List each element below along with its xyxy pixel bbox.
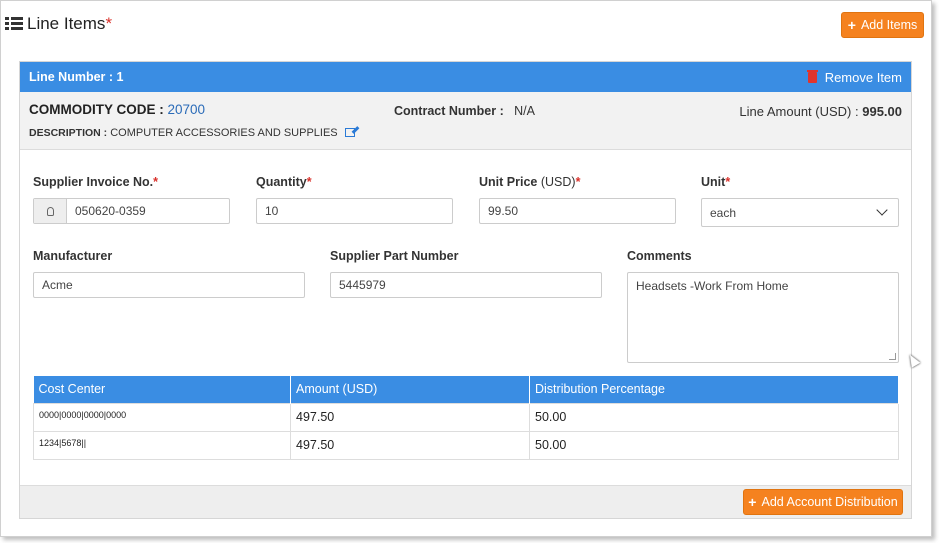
- description: DESCRIPTION : COMPUTER ACCESSORIES AND S…: [29, 127, 355, 139]
- chevron-down-icon: [876, 204, 888, 216]
- contract-number-label: Contract Number :: [394, 104, 504, 118]
- supplier-part-value: 5445979: [339, 278, 386, 292]
- unit-price-label: Unit Price (USD)*: [479, 175, 581, 189]
- add-account-distribution-label: Add Account Distribution: [761, 495, 898, 509]
- column-header-amount[interactable]: Amount (USD): [290, 376, 530, 403]
- quantity-label: Quantity*: [256, 175, 312, 189]
- commodity-code-label: COMMODITY CODE :: [29, 102, 164, 117]
- line-amount-value: 995.00: [862, 104, 902, 119]
- line-amount: Line Amount (USD) : 995.00: [739, 104, 902, 119]
- table-row[interactable]: 0000|0000|0000|0000 497.50 50.00: [33, 402, 899, 432]
- add-account-distribution-button[interactable]: + Add Account Distribution: [743, 489, 903, 515]
- contract-number-value: N/A: [514, 104, 535, 118]
- supplier-invoice-value: 050620-0359: [75, 204, 146, 218]
- required-mark: *: [105, 14, 113, 33]
- cost-center-cell: 0000|0000|0000|0000: [33, 402, 291, 432]
- description-label: DESCRIPTION :: [29, 127, 108, 139]
- percentage-cell: 50.00: [529, 402, 899, 432]
- line-amount-label: Line Amount (USD) :: [739, 104, 859, 119]
- amount-cell: 497.50: [290, 402, 530, 432]
- resize-grip-icon[interactable]: [889, 353, 896, 360]
- amount-cell: 497.50: [290, 430, 530, 460]
- line-item-header: Line Number : 1 Remove Item: [20, 62, 911, 92]
- lightbulb-icon[interactable]: [34, 199, 67, 223]
- supplier-invoice-label: Supplier Invoice No.*: [33, 175, 159, 189]
- section-title: Line Items: [27, 14, 106, 33]
- add-items-label: Add Items: [860, 18, 918, 32]
- comments-textarea[interactable]: Headsets -Work From Home: [627, 272, 899, 363]
- line-number-label: Line Number : 1: [29, 70, 124, 84]
- supplier-part-field[interactable]: 5445979: [330, 272, 602, 298]
- unit-label: Unit*: [701, 175, 731, 189]
- line-item-footer: + Add Account Distribution: [20, 485, 911, 518]
- quantity-field[interactable]: 10: [256, 198, 453, 224]
- remove-item-label: Remove Item: [824, 69, 902, 85]
- description-value: COMPUTER ACCESSORIES AND SUPPLIES: [110, 127, 338, 139]
- line-item-panel: Line Number : 1 Remove Item COMMODITY CO…: [19, 61, 912, 519]
- commodity-code-link[interactable]: 20700: [168, 102, 206, 117]
- manufacturer-field[interactable]: Acme: [33, 272, 305, 298]
- distribution-table: Cost Center Amount (USD) Distribution Pe…: [33, 376, 899, 460]
- unit-select[interactable]: each: [701, 198, 899, 227]
- unit-value: each: [710, 205, 737, 220]
- list-icon: [5, 17, 23, 31]
- plus-icon: +: [748, 494, 757, 510]
- edit-icon[interactable]: [344, 128, 355, 137]
- manufacturer-value: Acme: [42, 278, 73, 292]
- plus-icon: +: [847, 17, 856, 33]
- column-header-cost-center[interactable]: Cost Center: [33, 376, 291, 403]
- distribution-header-row: Cost Center Amount (USD) Distribution Pe…: [33, 376, 899, 403]
- table-row[interactable]: 1234|5678|| 497.50 50.00: [33, 430, 899, 460]
- supplier-invoice-field[interactable]: 050620-0359: [33, 198, 230, 224]
- line-items-frame: Line Items * + Add Items Line Number : 1 R…: [0, 0, 932, 537]
- trash-icon: [806, 69, 818, 83]
- quantity-value: 10: [265, 204, 279, 218]
- line-item-summary: COMMODITY CODE : 20700 DESCRIPTION : COM…: [20, 92, 911, 150]
- comments-value: Headsets -Work From Home: [636, 279, 789, 293]
- contract-number: Contract Number : N/A: [394, 104, 535, 118]
- cost-center-cell: 1234|5678||: [33, 430, 291, 460]
- unit-price-field[interactable]: 99.50: [479, 198, 676, 224]
- column-header-distribution-percentage[interactable]: Distribution Percentage: [529, 376, 899, 403]
- manufacturer-label: Manufacturer: [33, 249, 113, 263]
- comments-label: Comments: [627, 249, 692, 263]
- remove-item-button[interactable]: Remove Item: [806, 69, 902, 85]
- supplier-part-label: Supplier Part Number: [330, 249, 459, 263]
- percentage-cell: 50.00: [529, 430, 899, 460]
- unit-price-value: 99.50: [488, 204, 519, 218]
- section-header: Line Items *: [5, 11, 112, 37]
- add-items-button[interactable]: + Add Items: [841, 12, 924, 38]
- commodity-code: COMMODITY CODE : 20700: [29, 102, 205, 117]
